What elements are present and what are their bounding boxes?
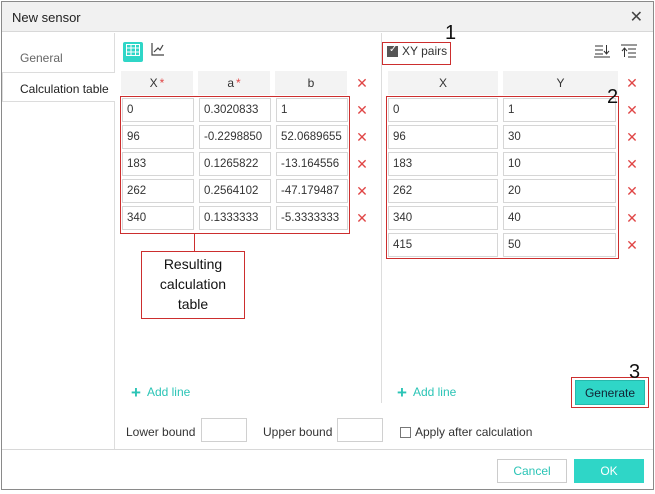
sidebar-item-label: General <box>20 51 63 65</box>
annotation-marker-1: 1 <box>445 22 457 44</box>
upper-bound-input[interactable] <box>337 418 383 442</box>
annotation-marker-3: 3 <box>629 361 641 383</box>
required-marker: * <box>236 76 241 90</box>
bounds-row: Lower bound Upper bound Apply after calc… <box>116 412 654 448</box>
dialog-title: New sensor <box>12 10 81 25</box>
import-icon[interactable] <box>593 44 611 62</box>
column-header-x: X * <box>121 71 193 95</box>
table-grid-icon <box>126 44 140 56</box>
sidebar-item-calculation-table[interactable]: Calculation table <box>2 72 115 102</box>
sidebar: General Calculation table <box>2 33 115 449</box>
export-icon[interactable] <box>620 44 638 62</box>
column-header-label: a <box>227 76 234 90</box>
delete-row-icon[interactable]: ✕ <box>625 129 639 145</box>
add-line-button[interactable]: + Add line <box>397 383 456 403</box>
table-view-icon[interactable] <box>123 42 143 62</box>
chart-view-icon[interactable] <box>148 42 168 62</box>
lower-bound-label: Lower bound <box>126 425 196 439</box>
cancel-button[interactable]: Cancel <box>497 459 567 483</box>
close-icon[interactable]: ✕ <box>630 7 643 27</box>
delete-row-icon[interactable]: ✕ <box>625 210 639 226</box>
callout-line-3: table <box>177 296 209 312</box>
lower-bound-input[interactable] <box>201 418 247 442</box>
delete-row-icon[interactable]: ✕ <box>625 237 639 253</box>
column-header-y: Y <box>503 71 618 95</box>
callout-line-1: Resulting <box>163 256 223 272</box>
dialog-footer: Cancel OK <box>2 449 653 491</box>
delete-row-icon[interactable]: ✕ <box>355 102 369 118</box>
apply-after-calculation-label: Apply after calculation <box>415 425 533 439</box>
line-chart-icon <box>151 43 164 56</box>
delete-row-icon[interactable]: ✕ <box>355 210 369 226</box>
column-header-label: X <box>149 76 158 90</box>
sidebar-item-general[interactable]: General <box>2 42 115 72</box>
delete-row-icon[interactable]: ✕ <box>625 156 639 172</box>
add-line-label: Add line <box>412 385 457 399</box>
column-header-label: b <box>307 76 315 90</box>
upper-bound-label: Upper bound <box>263 425 333 439</box>
annotation-frame-result <box>120 96 350 234</box>
new-sensor-dialog: New sensor ✕ General Calculation table X… <box>1 1 654 490</box>
checkbox-unchecked-icon <box>400 427 411 438</box>
annotation-marker-2: 2 <box>607 86 619 108</box>
column-header-a: a * <box>198 71 270 95</box>
delete-row-icon[interactable]: ✕ <box>355 129 369 145</box>
column-header-b: b <box>275 71 347 95</box>
delete-row-icon[interactable]: ✕ <box>355 183 369 199</box>
delete-row-icon[interactable]: ✕ <box>625 102 639 118</box>
generate-button[interactable]: Generate <box>575 380 645 405</box>
annotation-connector <box>194 234 195 251</box>
import-glyph <box>594 45 610 58</box>
apply-after-calculation-checkbox[interactable]: Apply after calculation <box>400 425 532 439</box>
callout-line-2: calculation <box>159 276 227 292</box>
export-glyph <box>621 44 637 58</box>
column-header-x: X <box>388 71 498 95</box>
title-bar: New sensor ✕ <box>2 2 653 32</box>
plus-icon: + <box>397 383 407 402</box>
xy-pairs-panel: XY pairs 1 X Y ✕ <box>382 23 654 408</box>
delete-all-icon[interactable]: ✕ <box>625 75 639 91</box>
required-marker: * <box>159 76 165 90</box>
ok-button[interactable]: OK <box>574 459 644 483</box>
annotation-callout: Resulting calculation table <box>141 251 245 319</box>
delete-row-icon[interactable]: ✕ <box>355 156 369 172</box>
plus-icon: + <box>131 383 141 402</box>
delete-row-icon[interactable]: ✕ <box>625 183 639 199</box>
xy-pairs-label: XY pairs <box>402 44 448 58</box>
xy-pairs-checkbox[interactable]: XY pairs <box>383 42 451 64</box>
add-line-button[interactable]: + Add line <box>131 383 190 403</box>
checkbox-checked-icon <box>387 44 398 57</box>
sidebar-item-label: Calculation table <box>20 82 109 96</box>
add-line-label: Add line <box>146 385 191 399</box>
delete-all-icon[interactable]: ✕ <box>355 75 369 91</box>
calculation-table-panel: X * a * b ✕ 0 0.3020833 1 ✕ 96 -0.2298850 … <box>116 33 382 403</box>
annotation-frame-xy-table <box>386 96 619 259</box>
